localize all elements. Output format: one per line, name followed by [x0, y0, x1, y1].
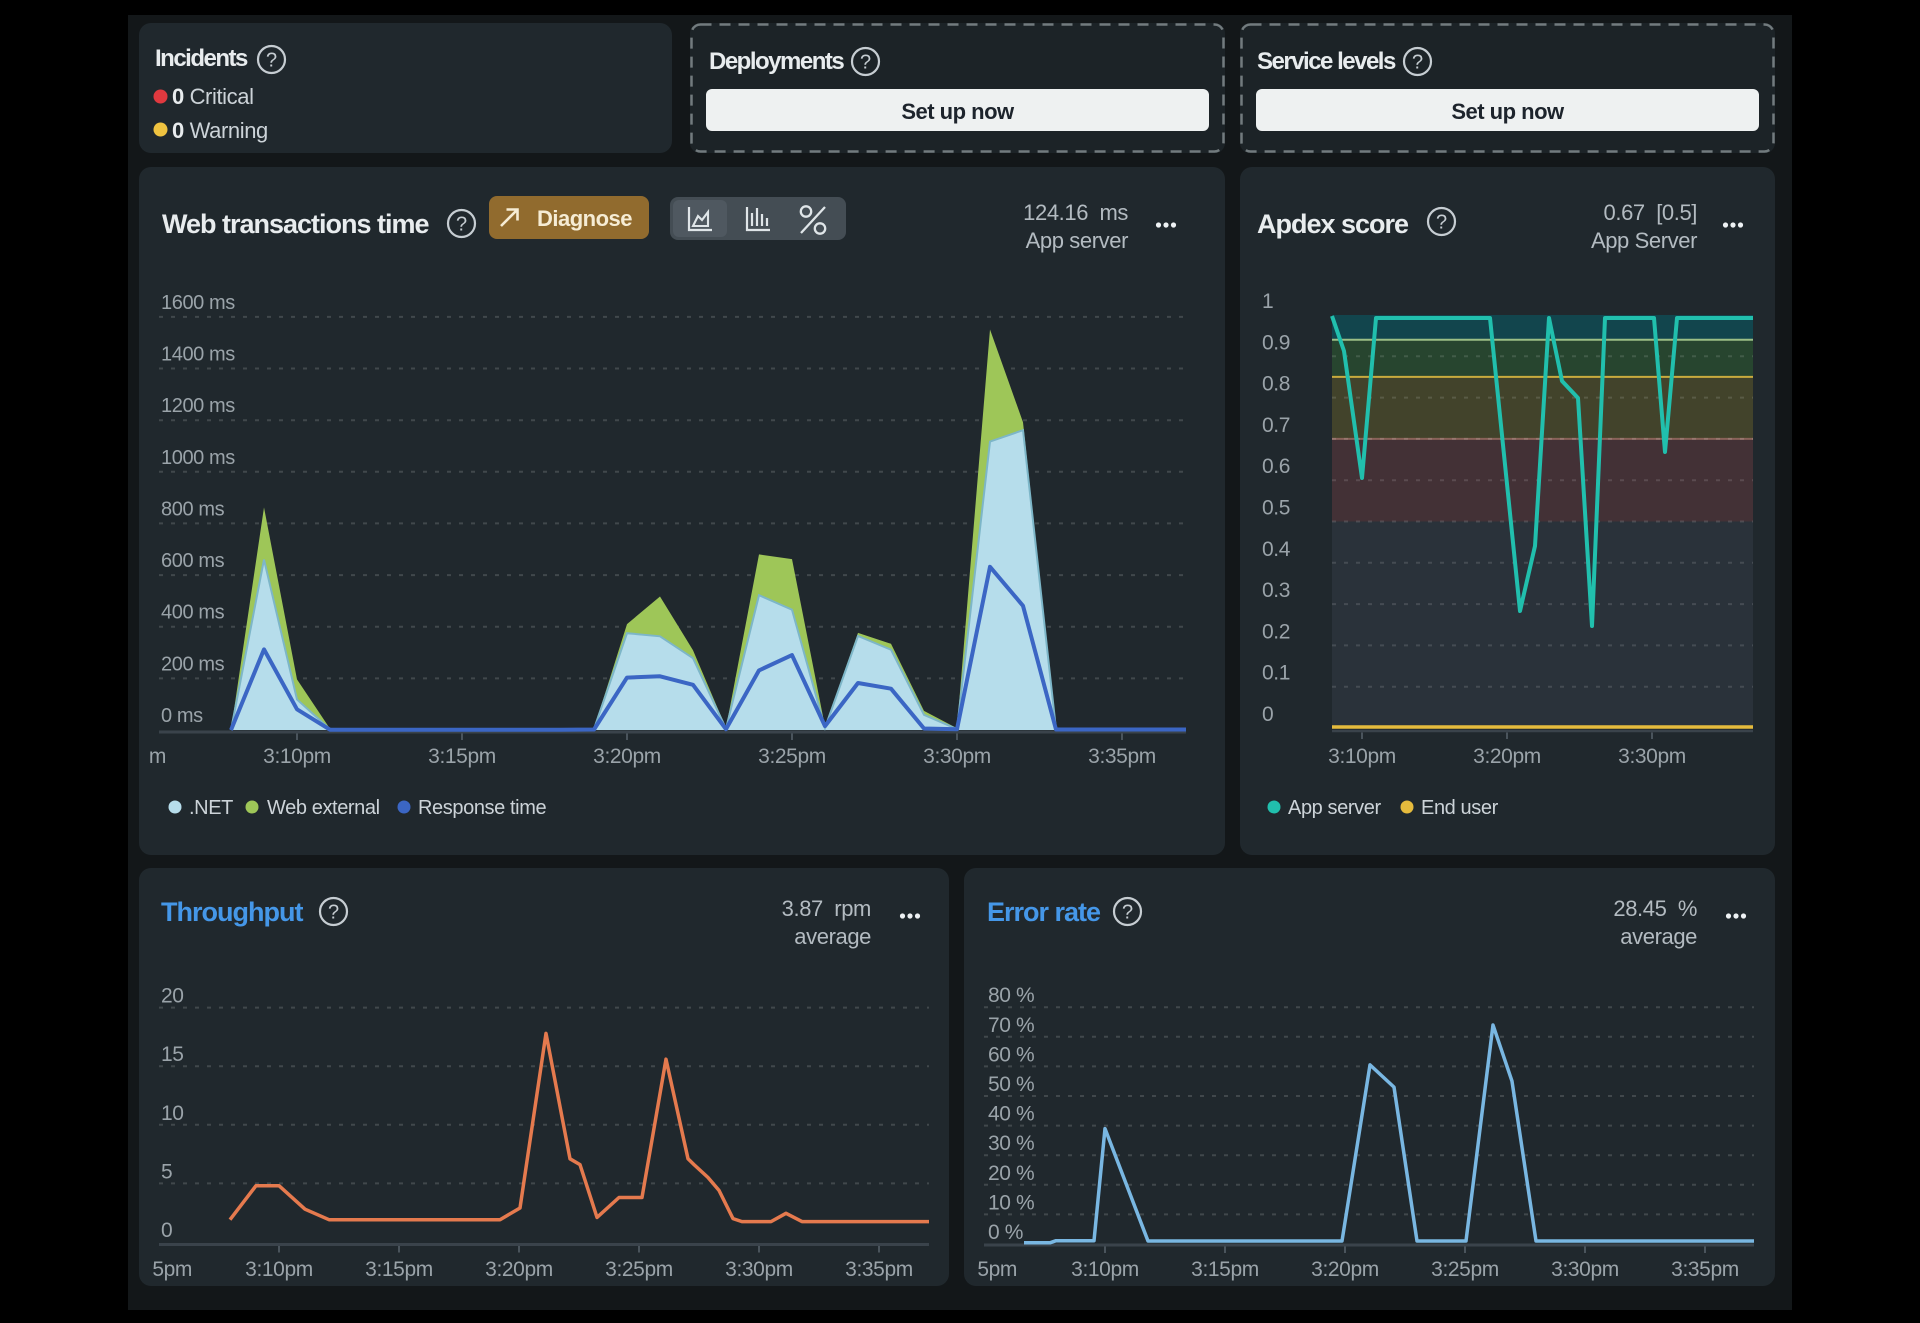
svg-text:0.7: 0.7 [1262, 414, 1290, 437]
svg-text:3:20pm: 3:20pm [593, 745, 661, 768]
svg-text:3:35pm: 3:35pm [1671, 1258, 1739, 1281]
svg-text:5: 5 [161, 1160, 172, 1183]
svg-text:3:20pm: 3:20pm [485, 1258, 553, 1281]
svg-text:400 ms: 400 ms [161, 602, 225, 624]
svg-text:3:10pm: 3:10pm [1071, 1258, 1139, 1281]
svg-text:3:30pm: 3:30pm [923, 745, 991, 768]
svg-text:10: 10 [161, 1102, 184, 1125]
svg-text:.NET: .NET [189, 797, 233, 819]
svg-text:3:35pm: 3:35pm [845, 1258, 913, 1281]
svg-text:800 ms: 800 ms [161, 498, 225, 520]
svg-text:0.6: 0.6 [1262, 455, 1290, 478]
svg-text:10 %: 10 % [988, 1191, 1034, 1214]
svg-text:?: ? [1412, 52, 1423, 74]
svg-text:20: 20 [161, 985, 184, 1008]
svg-text:0.5: 0.5 [1262, 497, 1290, 520]
svg-text:3:35pm: 3:35pm [1088, 745, 1156, 768]
svg-text:0 ms: 0 ms [161, 705, 203, 727]
svg-text:0: 0 [1262, 703, 1273, 726]
svg-text:15: 15 [161, 1043, 184, 1066]
svg-text:0 %: 0 % [988, 1221, 1023, 1244]
svg-text:0.8: 0.8 [1262, 373, 1290, 396]
svg-text:3:30pm: 3:30pm [1618, 745, 1686, 768]
svg-text:3:15pm: 3:15pm [1191, 1258, 1259, 1281]
svg-text:1000 ms: 1000 ms [161, 447, 235, 469]
svg-text:App server: App server [1288, 797, 1381, 819]
svg-text:70 %: 70 % [988, 1014, 1034, 1037]
svg-text:0.4: 0.4 [1262, 538, 1291, 561]
svg-text:3:20pm: 3:20pm [1473, 745, 1541, 768]
svg-text:1: 1 [1262, 290, 1273, 313]
svg-text:1400 ms: 1400 ms [161, 344, 235, 366]
svg-text:3:20pm: 3:20pm [1311, 1258, 1379, 1281]
svg-text:End user: End user [1421, 797, 1499, 819]
svg-text:40 %: 40 % [988, 1103, 1034, 1126]
svg-text:60 %: 60 % [988, 1043, 1034, 1066]
svg-text:5pm: 5pm [977, 1258, 1017, 1281]
svg-text:3:30pm: 3:30pm [1551, 1258, 1619, 1281]
svg-text:3:30pm: 3:30pm [725, 1258, 793, 1281]
svg-text:3:15pm: 3:15pm [365, 1258, 433, 1281]
svg-text:30 %: 30 % [988, 1132, 1034, 1155]
svg-text:3:25pm: 3:25pm [1431, 1258, 1499, 1281]
svg-text:0.9: 0.9 [1262, 331, 1290, 354]
svg-text:200 ms: 200 ms [161, 653, 225, 675]
svg-text:3:25pm: 3:25pm [605, 1258, 673, 1281]
svg-text:Response time: Response time [418, 797, 546, 819]
svg-text:0.3: 0.3 [1262, 579, 1290, 602]
svg-text:20 %: 20 % [988, 1162, 1034, 1185]
svg-text:0: 0 [161, 1219, 172, 1242]
svg-text:3:10pm: 3:10pm [1328, 745, 1396, 768]
svg-text:m: m [149, 745, 166, 768]
svg-text:?: ? [266, 50, 277, 72]
svg-text:0.2: 0.2 [1262, 620, 1290, 643]
svg-text:Web external: Web external [267, 797, 380, 819]
svg-text:1200 ms: 1200 ms [161, 395, 235, 417]
svg-text:600 ms: 600 ms [161, 550, 225, 572]
svg-text:?: ? [860, 52, 871, 74]
svg-text:3:25pm: 3:25pm [758, 745, 826, 768]
svg-text:0.1: 0.1 [1262, 662, 1290, 685]
svg-text:5pm: 5pm [152, 1258, 192, 1281]
svg-text:80 %: 80 % [988, 984, 1034, 1007]
svg-text:3:15pm: 3:15pm [428, 745, 496, 768]
svg-text:3:10pm: 3:10pm [245, 1258, 313, 1281]
svg-text:1600 ms: 1600 ms [161, 292, 235, 314]
svg-text:3:10pm: 3:10pm [263, 745, 331, 768]
svg-text:50 %: 50 % [988, 1073, 1034, 1096]
